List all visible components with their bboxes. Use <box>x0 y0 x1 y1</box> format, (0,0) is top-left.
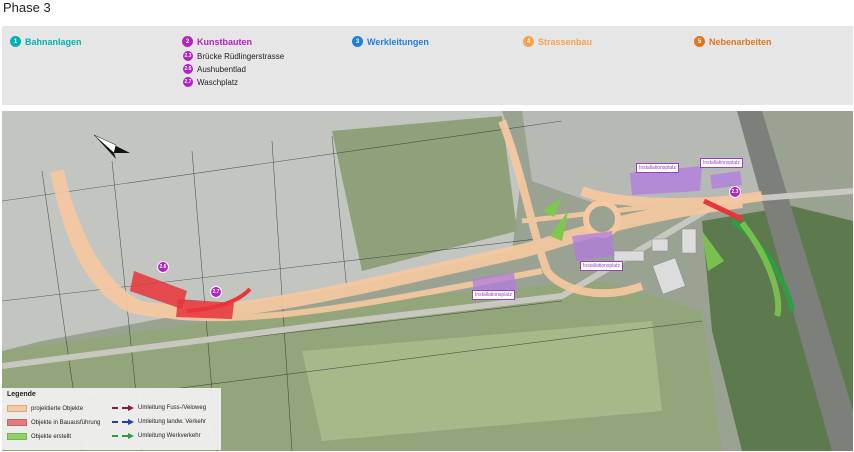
category-label: Strassenbau <box>538 36 593 47</box>
legend-swatch <box>7 405 27 412</box>
north-arrow-icon <box>93 134 130 159</box>
marker-bruecke[interactable]: 2.3 <box>729 186 741 198</box>
legend-label: Objekte erstellt <box>31 433 72 440</box>
item-label: Waschplatz <box>197 77 239 87</box>
dashed-arrow-icon <box>112 433 134 439</box>
item-number-badge: 2.6 <box>183 64 193 74</box>
kunstbauten-item: 2.6 Aushubentlad <box>183 64 246 74</box>
category-kunstbauten: 2 Kunstbauten <box>182 36 252 47</box>
category-number-badge: 5 <box>694 36 705 47</box>
legend-label: projektierte Objekte <box>31 405 84 412</box>
legend-title: Legende <box>7 391 36 398</box>
item-number-badge: 2.7 <box>183 77 193 87</box>
installation-label: Installationsplatz <box>580 261 623 271</box>
item-label: Brücke Rüdlingerstrasse <box>197 51 285 61</box>
legend-item: projektierte Objekte <box>7 405 83 412</box>
installation-label: Installationsplatz <box>636 163 679 173</box>
category-label: Bahnanlagen <box>25 36 82 47</box>
category-number-badge: 1 <box>10 36 21 47</box>
legend-label: Objekte in Bauausführung <box>31 419 101 426</box>
category-label: Nebenarbeiten <box>709 36 772 47</box>
category-bahnanlagen: 1 Bahnanlagen <box>10 36 82 47</box>
kunstbauten-item: 2.3 Brücke Rüdlingerstrasse <box>183 51 284 61</box>
map-legend: Legende projektierte Objekte Objekte in … <box>2 388 221 450</box>
dashed-arrow-icon <box>112 419 134 425</box>
legend-label: Umleitung landw. Verkehr <box>138 419 207 425</box>
legend-label: Umleitung Fuss-/Veloweg <box>138 405 207 411</box>
legend-swatch <box>7 433 27 440</box>
kunstbauten-item: 2.7 Waschplatz <box>183 77 238 87</box>
legend-detour: Umleitung Fuss-/Veloweg <box>112 405 206 411</box>
legend-item: Objekte erstellt <box>7 433 71 440</box>
legend-detour: Umleitung Werkverkehr <box>112 433 201 439</box>
category-number-badge: 4 <box>523 36 534 47</box>
legend-item: Objekte in Bauausführung <box>7 419 100 426</box>
category-werkleitungen: 3 Werkleitungen <box>352 36 429 47</box>
category-label: Kunstbauten <box>197 36 252 47</box>
dashed-arrow-icon <box>112 405 134 411</box>
category-number-badge: 2 <box>182 36 193 47</box>
category-header: 1 Bahnanlagen 2 Kunstbauten 2.3 Brücke R… <box>2 26 853 105</box>
page-title: Phase 3 <box>3 0 51 15</box>
installation-label: Installationsplatz <box>472 290 515 300</box>
installation-label: Installationsplatz <box>700 158 743 168</box>
item-label: Aushubentlad <box>197 64 246 74</box>
legend-swatch <box>7 419 27 426</box>
category-nebenarbeiten: 5 Nebenarbeiten <box>694 36 772 47</box>
legend-label: Umleitung Werkverkehr <box>138 433 201 439</box>
marker-aushubentlad[interactable]: 2.6 <box>157 261 169 273</box>
category-number-badge: 3 <box>352 36 363 47</box>
marker-waschplatz[interactable]: 2.7 <box>210 286 222 298</box>
category-label: Werkleitungen <box>367 36 429 47</box>
item-number-badge: 2.3 <box>183 51 193 61</box>
legend-detour: Umleitung landw. Verkehr <box>112 419 206 425</box>
category-strassenbau: 4 Strassenbau <box>523 36 592 47</box>
